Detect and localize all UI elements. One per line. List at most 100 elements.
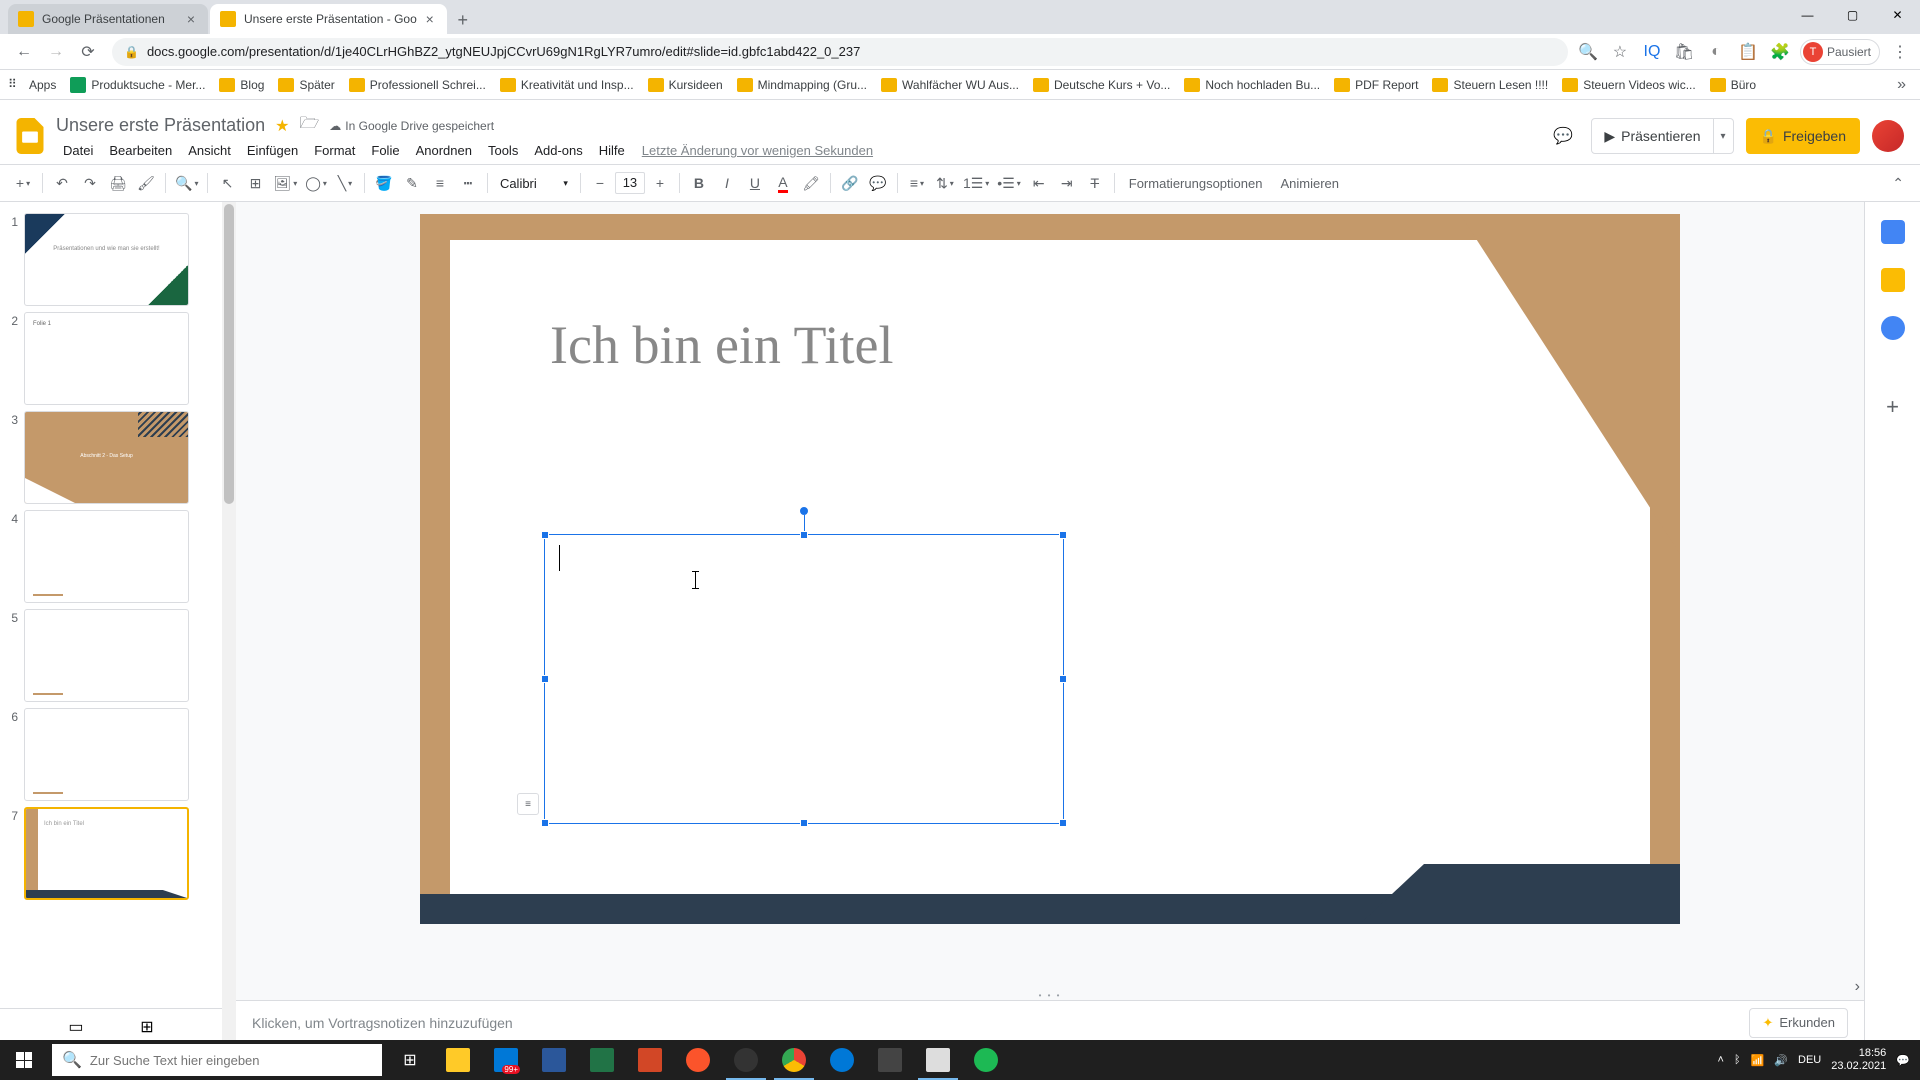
undo-button[interactable]: ↶ [49, 170, 75, 196]
doc-title[interactable]: Unsere erste Präsentation [56, 115, 265, 136]
move-icon[interactable]: 🗁 [299, 112, 319, 139]
comment-button[interactable]: 💬 [865, 170, 891, 196]
highlight-button[interactable]: 🖍 [798, 170, 824, 196]
bookmark-folder[interactable]: Blog [219, 78, 264, 92]
font-size-decrease[interactable]: − [587, 170, 613, 196]
font-select[interactable]: Calibri▾ [494, 176, 574, 191]
powerpoint-icon[interactable] [626, 1040, 674, 1080]
animate-button[interactable]: Animieren [1272, 176, 1347, 191]
bookmark-folder[interactable]: Steuern Videos wic... [1562, 78, 1696, 92]
app-icon[interactable] [866, 1040, 914, 1080]
keep-icon[interactable] [1881, 268, 1905, 292]
border-dash-button[interactable]: ┅ [455, 170, 481, 196]
resize-handle-tr[interactable] [1059, 531, 1067, 539]
close-icon[interactable]: × [423, 12, 437, 26]
zoom-button[interactable]: 🔍 [172, 170, 201, 196]
redo-button[interactable]: ↷ [77, 170, 103, 196]
grid-view-icon[interactable]: ⊞ [140, 1017, 153, 1037]
fill-color-button[interactable]: 🪣 [371, 170, 397, 196]
collapse-toolbar-button[interactable]: ⌃ [1886, 175, 1910, 192]
browser-tab-2[interactable]: Unsere erste Präsentation - Goo × [210, 4, 447, 34]
numbered-list-button[interactable]: 1☰ [960, 170, 992, 196]
bookmark-folder[interactable]: Büro [1710, 78, 1756, 92]
volume-icon[interactable]: 🔊 [1774, 1054, 1788, 1067]
add-addon-button[interactable]: + [1886, 394, 1899, 420]
menu-arrange[interactable]: Anordnen [409, 141, 479, 160]
speaker-notes[interactable]: Klicken, um Vortragsnotizen hinzuzufügen… [236, 1000, 1864, 1044]
zoom-icon[interactable]: 🔍 [1576, 40, 1600, 64]
link-button[interactable]: 🔗 [837, 170, 863, 196]
resize-handle-bm[interactable] [800, 819, 808, 827]
bookmark-folder[interactable]: Wahlfächer WU Aus... [881, 78, 1019, 92]
rotate-handle[interactable] [800, 507, 808, 515]
resize-handle-br[interactable] [1059, 819, 1067, 827]
menu-format[interactable]: Format [307, 141, 362, 160]
bulleted-list-button[interactable]: •☰ [994, 170, 1023, 196]
paint-format-button[interactable]: 🖌 [133, 170, 159, 196]
bookmark-folder[interactable]: PDF Report [1334, 78, 1418, 92]
tasks-icon[interactable] [1881, 316, 1905, 340]
taskbar-search[interactable]: 🔍 [52, 1044, 382, 1076]
bookmark-item[interactable]: Produktsuche - Mer... [70, 77, 205, 93]
tray-clock[interactable]: 18:56 23.02.2021 [1831, 1047, 1886, 1073]
bookmarks-overflow-button[interactable]: » [1891, 76, 1912, 94]
increase-indent-button[interactable]: ⇥ [1054, 170, 1080, 196]
extension-icon[interactable]: 📋 [1736, 40, 1760, 64]
menu-tools[interactable]: Tools [481, 141, 525, 160]
align-button[interactable]: ≡ [904, 170, 930, 196]
bookmark-folder[interactable]: Kursideen [648, 78, 723, 92]
scroll-right-button[interactable]: › [1855, 978, 1860, 996]
last-change-link[interactable]: Letzte Änderung vor wenigen Sekunden [634, 141, 881, 160]
new-tab-button[interactable]: + [449, 6, 477, 34]
textbox-tool[interactable]: ⊞ [242, 170, 268, 196]
edge-icon[interactable] [818, 1040, 866, 1080]
url-box[interactable]: 🔒 docs.google.com/presentation/d/1je40CL… [112, 38, 1568, 66]
slide[interactable]: Ich bin ein Titel ≡ [420, 214, 1680, 924]
close-window-button[interactable]: ✕ [1875, 0, 1920, 30]
menu-view[interactable]: Ansicht [181, 141, 238, 160]
bold-button[interactable]: B [686, 170, 712, 196]
resize-handle-tl[interactable] [541, 531, 549, 539]
chrome-icon[interactable] [770, 1040, 818, 1080]
resize-handle-rm[interactable] [1059, 675, 1067, 683]
language-indicator[interactable]: DEU [1798, 1054, 1821, 1066]
menu-edit[interactable]: Bearbeiten [102, 141, 179, 160]
notifications-icon[interactable]: 💬 [1896, 1054, 1910, 1067]
italic-button[interactable]: I [714, 170, 740, 196]
browser-tab-1[interactable]: Google Präsentationen × [8, 4, 208, 34]
slide-thumbnail-7[interactable]: Ich bin ein Titel [24, 807, 189, 900]
canvas-viewport[interactable]: Ich bin ein Titel ≡ [236, 202, 1864, 990]
slide-thumbnail-1[interactable]: Präsentationen und wie man sie erstellt! [24, 213, 189, 306]
autofit-button[interactable]: ≡ [517, 793, 539, 815]
tray-expand-icon[interactable]: ˄ [1718, 1054, 1724, 1066]
resize-handle-lm[interactable] [541, 675, 549, 683]
bookmark-folder[interactable]: Noch hochladen Bu... [1184, 78, 1320, 92]
calendar-icon[interactable] [1881, 220, 1905, 244]
menu-addons[interactable]: Add-ons [527, 141, 589, 160]
explore-button[interactable]: ✦Erkunden [1749, 1008, 1848, 1038]
star-icon[interactable]: ★ [275, 116, 289, 136]
user-avatar[interactable] [1872, 120, 1904, 152]
bookmark-folder[interactable]: Später [278, 78, 334, 92]
image-tool[interactable]: 🖼 [270, 170, 300, 196]
menu-file[interactable]: Datei [56, 141, 100, 160]
start-button[interactable] [0, 1040, 48, 1080]
bookmark-folder[interactable]: Steuern Lesen !!!! [1432, 78, 1548, 92]
extension-icon[interactable]: IQ [1640, 40, 1664, 64]
comments-icon[interactable]: 💬 [1547, 120, 1579, 152]
filmstrip-view-icon[interactable]: ▭ [68, 1017, 83, 1037]
close-icon[interactable]: × [184, 12, 198, 26]
bookmark-folder[interactable]: Mindmapping (Gru... [737, 78, 867, 92]
notepad-icon[interactable] [914, 1040, 962, 1080]
notes-drag-handle[interactable]: • • • [236, 990, 1864, 1000]
border-weight-button[interactable]: ≡ [427, 170, 453, 196]
task-view-button[interactable]: ⊞ [386, 1040, 434, 1080]
file-explorer-icon[interactable] [434, 1040, 482, 1080]
profile-badge[interactable]: T Pausiert [1800, 39, 1880, 65]
border-color-button[interactable]: ✎ [399, 170, 425, 196]
spotify-icon[interactable] [962, 1040, 1010, 1080]
format-options-button[interactable]: Formatierungsoptionen [1121, 176, 1271, 191]
wifi-icon[interactable]: 📶 [1751, 1054, 1765, 1067]
bookmark-folder[interactable]: Professionell Schrei... [349, 78, 486, 92]
maximize-button[interactable]: ▢ [1830, 0, 1875, 30]
